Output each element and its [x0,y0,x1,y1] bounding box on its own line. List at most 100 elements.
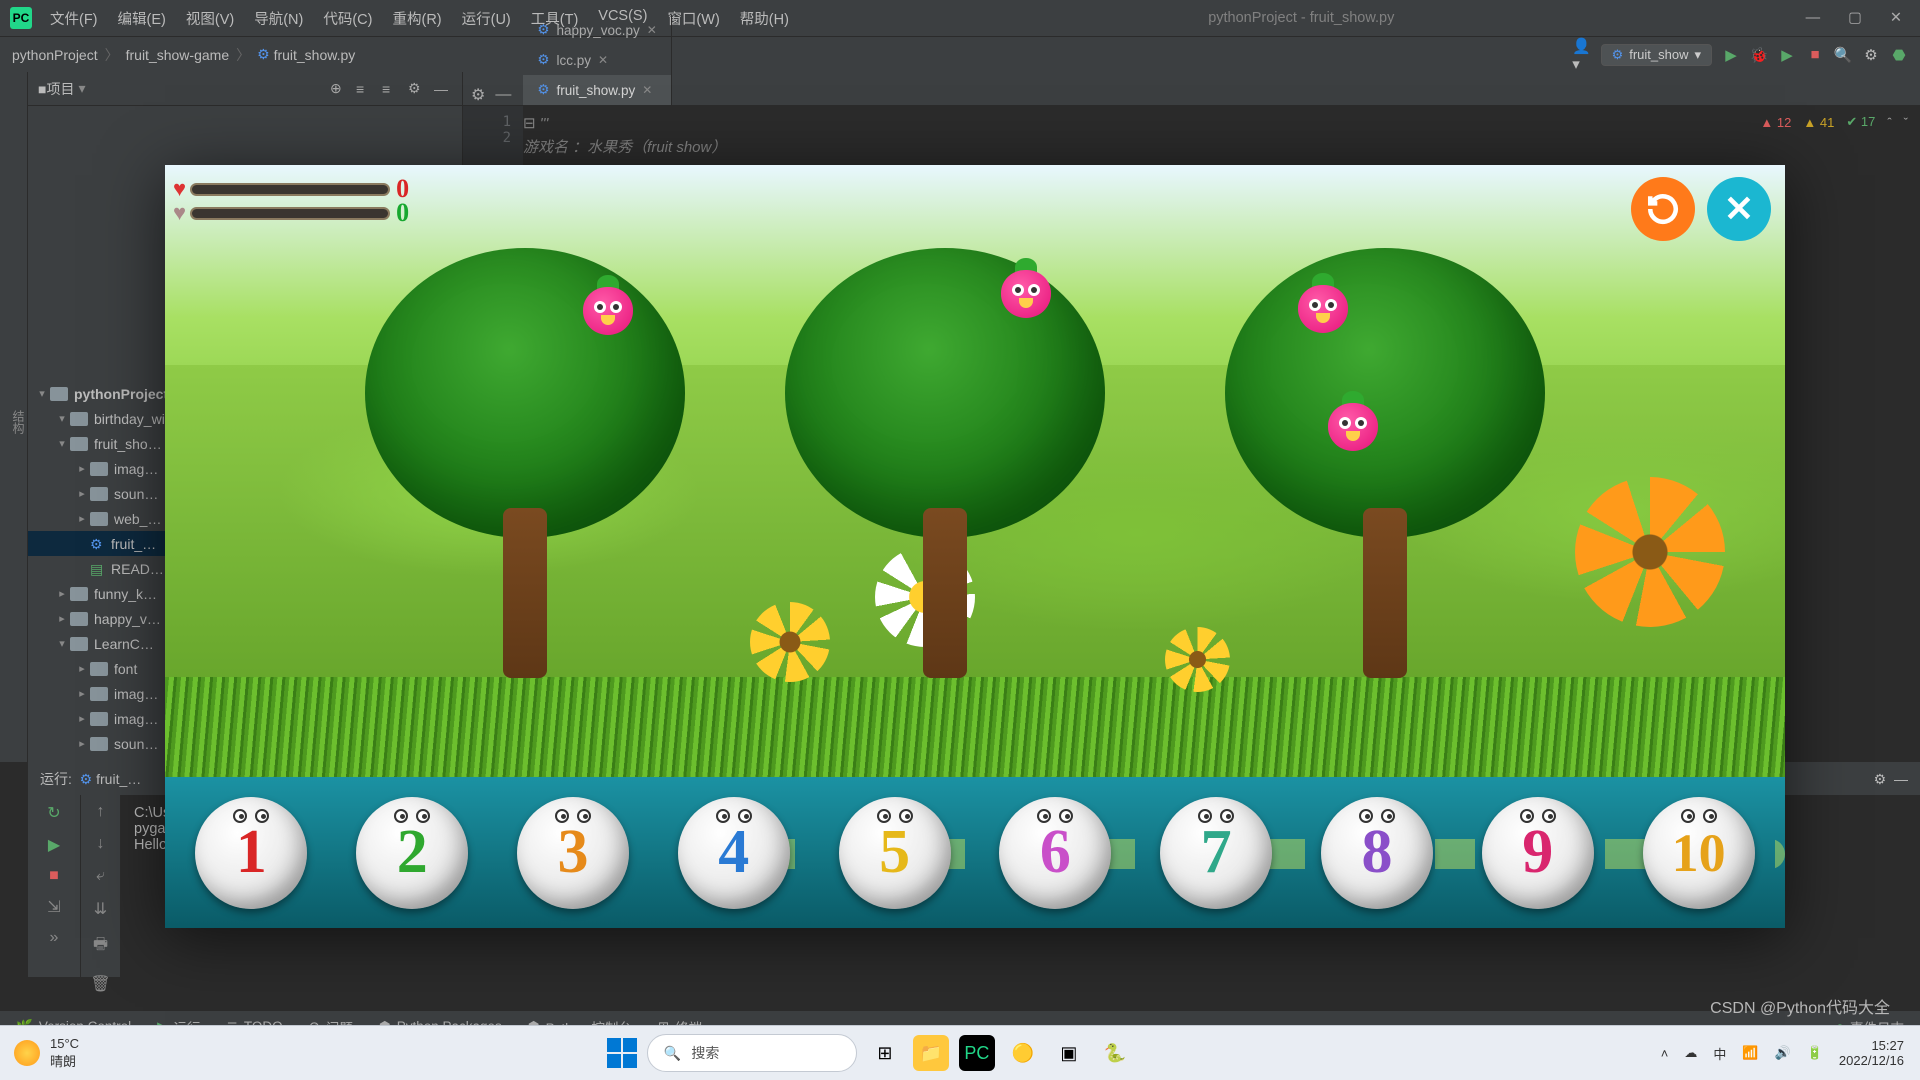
close-tab-icon[interactable]: ✕ [647,23,657,37]
run-up-icon[interactable]: ↑ [97,803,105,821]
navigation-bar: pythonProject 〉 fruit_show-game 〉 ⚙ frui… [0,36,1920,72]
number-button-3[interactable]: 3 [517,797,629,909]
run-settings-icon[interactable]: ⚙ [1874,771,1887,788]
dragon-fruit-sprite[interactable] [1001,270,1055,330]
search-everywhere-icon[interactable]: 🔍 [1834,46,1852,64]
run-play-icon[interactable]: ▶ [48,835,60,855]
hide-panel-icon[interactable]: — [434,81,452,97]
breadcrumb-folder[interactable]: fruit_show-game [126,47,230,63]
run-exit-icon[interactable]: ⇲ [47,897,60,917]
breadcrumb-root[interactable]: pythonProject [12,47,98,63]
windows-taskbar[interactable]: 15°C晴朗 🔍搜索 ⊞ 📁 PC 🟡 ▣ 🐍 ˄ ☁ 中 📶 🔊 🔋 15:2… [0,1025,1920,1080]
system-tray[interactable]: ˄ ☁ 中 📶 🔊 🔋 15:272022/12/16 [1661,1038,1904,1068]
editor-tab[interactable]: ⚙fruit_show.py✕ [523,75,671,105]
window-minimize-icon[interactable]: ― [1806,10,1821,26]
grass-foreground [165,677,1785,777]
tray-ime-icon[interactable]: 中 [1713,1044,1726,1063]
run-softwrap-icon[interactable]: ⤶ [96,867,105,885]
tab-hide-icon[interactable]: — [495,86,511,104]
expand-all-icon[interactable]: ≡ [356,81,374,97]
run-config-selector[interactable]: ⚙fruit_show▾ [1601,44,1712,66]
close-tab-icon[interactable]: ✕ [598,53,608,67]
user-icon[interactable]: 👤▾ [1573,46,1591,64]
number-button-6[interactable]: 6 [999,797,1111,909]
taskbar-weather-widget[interactable]: 15°C晴朗 [14,1036,79,1070]
run-scroll-icon[interactable]: ⇊ [94,899,107,919]
terminal-icon[interactable]: ▣ [1051,1035,1087,1071]
p2-health-bar [190,207,390,220]
tray-battery-icon[interactable]: 🔋 [1807,1045,1823,1061]
menu-n[interactable]: 导航(N) [246,5,311,32]
chrome-icon[interactable]: 🟡 [1005,1035,1041,1071]
code-with-me-icon[interactable]: ⬣ [1890,46,1908,64]
pycharm-taskbar-icon[interactable]: PC [959,1035,995,1071]
close-game-button[interactable]: ✕ [1707,177,1771,241]
tray-wifi-icon[interactable]: 📶 [1742,1045,1758,1061]
heart-icon: ♥ [173,200,186,226]
editor-tabs: ⚙ — ⚙happy_voc.py✕⚙lcc.py✕⚙fruit_show.py… [463,72,1920,106]
pycharm-logo-icon: PC [10,7,32,29]
fruit-show-game-window: ♥0 ♥0 ✕ 123456789 10 [165,165,1785,928]
editor-tab[interactable]: ⚙lcc.py✕ [523,45,671,75]
menu-v[interactable]: 视图(V) [178,5,242,32]
python-app-icon[interactable]: 🐍 [1097,1035,1133,1071]
collapse-all-icon[interactable]: ≡ [382,81,400,97]
tree [785,244,1105,682]
run-print-icon[interactable]: 🖶 [93,933,108,960]
tray-onedrive-icon[interactable]: ☁ [1684,1045,1697,1061]
tree [365,244,685,682]
dragon-fruit-sprite[interactable] [1298,285,1352,345]
window-close-icon[interactable]: ✕ [1890,10,1902,26]
stop-button-icon[interactable]: ■ [1806,46,1824,64]
restart-button[interactable] [1631,177,1695,241]
taskbar-search[interactable]: 🔍搜索 [647,1034,857,1072]
number-button-8[interactable]: 8 [1321,797,1433,909]
tree [1225,244,1545,682]
number-button-9[interactable]: 9 [1482,797,1594,909]
number-button-5[interactable]: 5 [839,797,951,909]
coverage-button-icon[interactable]: ▶ [1778,46,1796,64]
game-canvas[interactable]: ♥0 ♥0 ✕ [165,165,1785,777]
run-button-icon[interactable]: ▶ [1722,46,1740,64]
menu-u[interactable]: 运行(U) [454,5,519,32]
tray-volume-icon[interactable]: 🔊 [1775,1045,1791,1061]
run-layout-icon[interactable]: » [50,929,59,947]
number-button-4[interactable]: 4 [678,797,790,909]
menu-f[interactable]: 文件(F) [42,5,106,32]
run-stop-icon[interactable]: ■ [49,867,59,885]
rerun-icon[interactable]: ↻ [47,803,60,823]
main-menu[interactable]: 文件(F)编辑(E)视图(V)导航(N)代码(C)重构(R)运行(U)工具(T)… [42,5,797,32]
menu-h[interactable]: 帮助(H) [732,5,797,32]
structure-tool-label[interactable]: 结构 [10,410,27,434]
tray-chevron-icon[interactable]: ˄ [1661,1046,1669,1061]
tab-settings-icon[interactable]: ⚙ [471,85,485,105]
left-tool-stripe[interactable]: 结构 Bookmarks [0,72,28,762]
menu-c[interactable]: 代码(C) [315,5,380,32]
ide-settings-icon[interactable]: ⚙ [1862,46,1880,64]
tool-settings-icon[interactable]: ⚙ [408,80,426,97]
breadcrumb-file[interactable]: fruit_show.py [274,47,356,63]
ide-titlebar: PC 文件(F)编辑(E)视图(V)导航(N)代码(C)重构(R)运行(U)工具… [0,0,1920,36]
close-tab-icon[interactable]: ✕ [642,83,652,97]
orange-flower-icon [1575,477,1725,627]
start-button[interactable] [607,1038,637,1068]
locate-file-icon[interactable]: ⊕ [330,80,348,97]
number-button-1[interactable]: 1 [195,797,307,909]
explorer-icon[interactable]: 📁 [913,1035,949,1071]
task-view-icon[interactable]: ⊞ [867,1035,903,1071]
inspection-widget[interactable]: ▲ 12 ▲ 41 ✔ 17 ˆˇ [1760,114,1908,130]
run-trash-icon[interactable]: 🗑 [90,974,110,994]
editor-tab[interactable]: ⚙happy_voc.py✕ [523,15,671,45]
number-button-2[interactable]: 2 [356,797,468,909]
number-button-7[interactable]: 7 [1160,797,1272,909]
project-view-label[interactable]: 项目 [46,79,74,99]
window-maximize-icon[interactable]: ▢ [1848,10,1862,26]
number-button-10[interactable]: 10 [1643,797,1755,909]
menu-r[interactable]: 重构(R) [384,5,449,32]
dragon-fruit-sprite[interactable] [583,287,637,347]
run-down-icon[interactable]: ↓ [97,835,105,853]
menu-e[interactable]: 编辑(E) [110,5,174,32]
dragon-fruit-sprite[interactable] [1328,403,1382,463]
debug-button-icon[interactable]: 🐞 [1750,46,1768,64]
run-hide-icon[interactable]: — [1894,771,1908,787]
